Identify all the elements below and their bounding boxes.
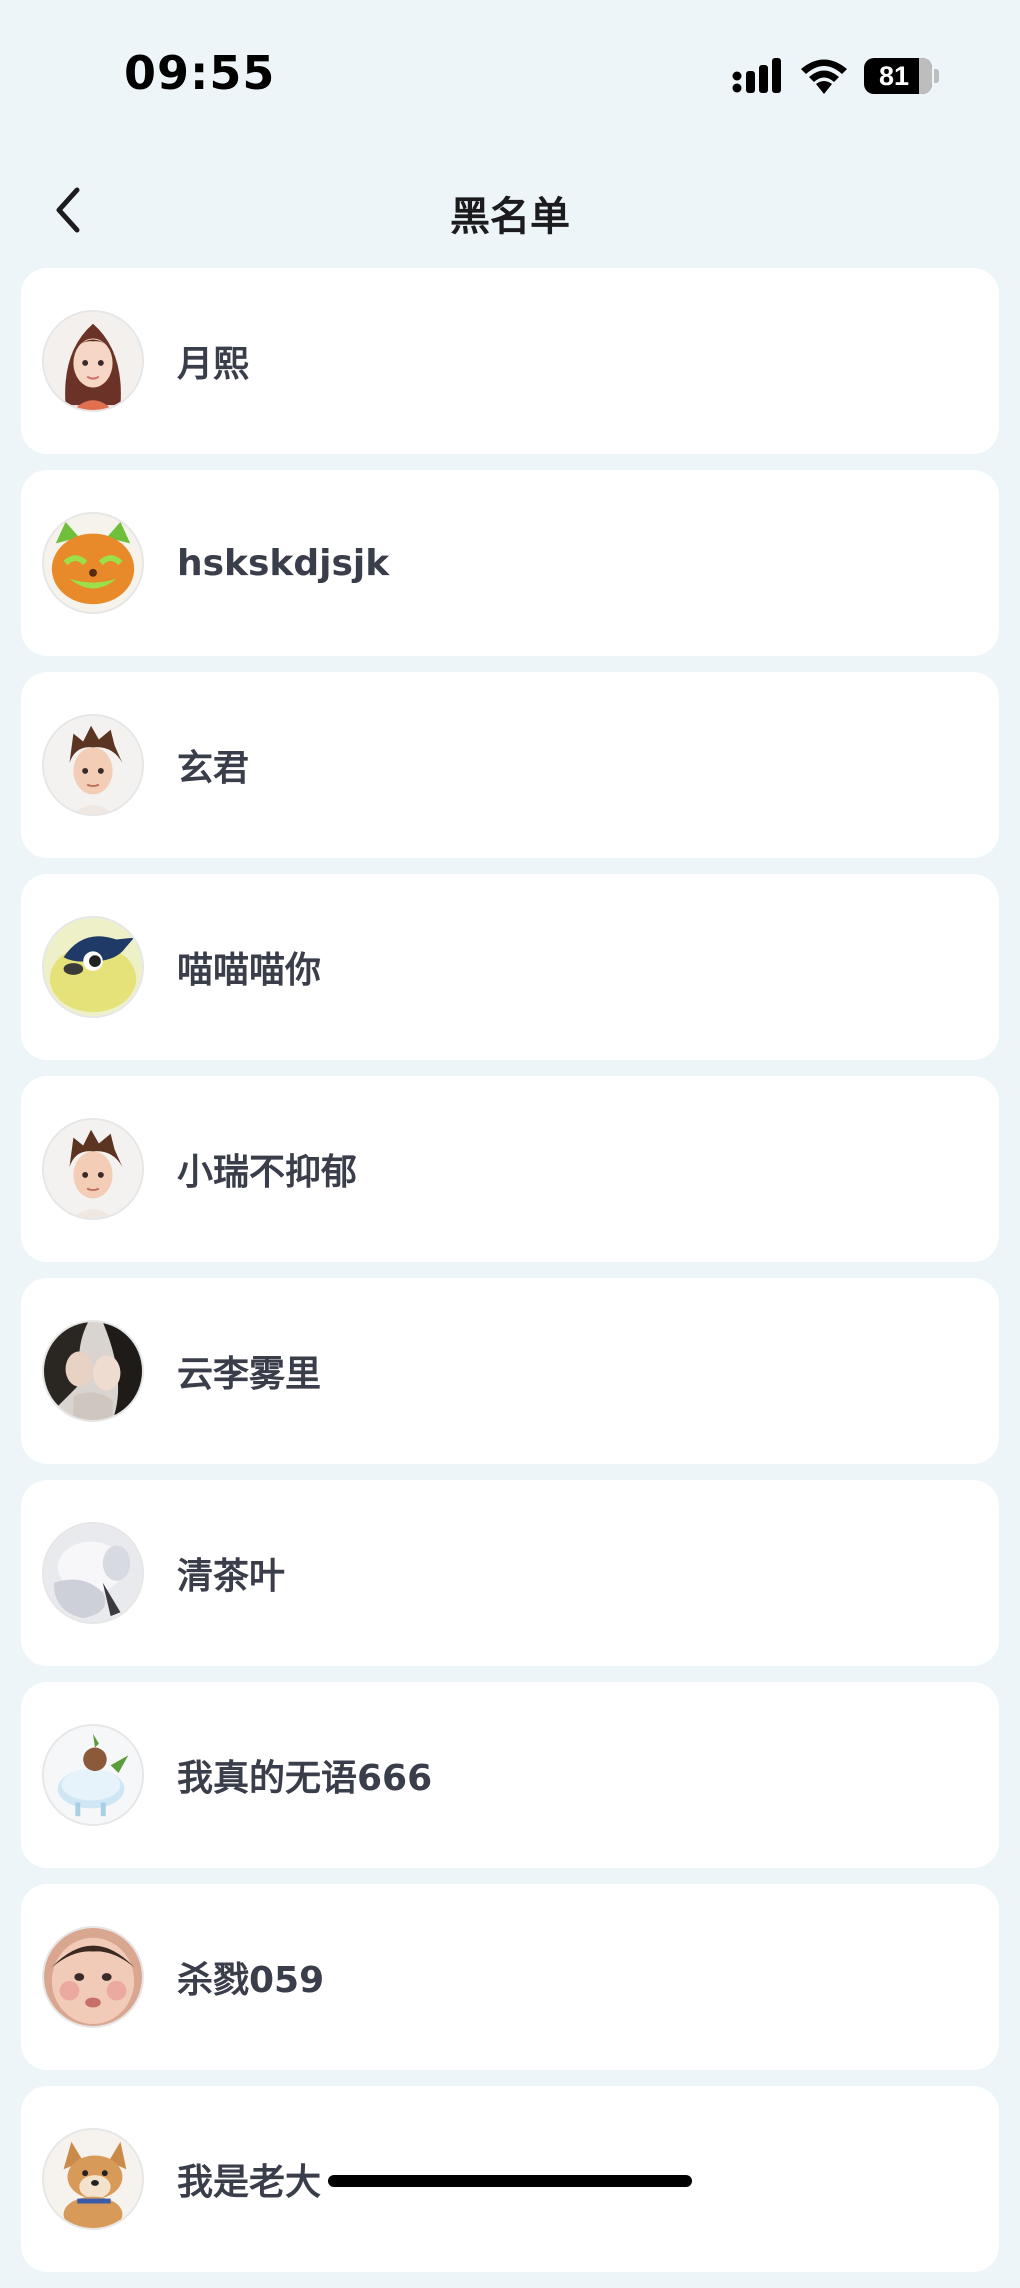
avatar[interactable] <box>42 1320 144 1422</box>
username: 玄君 <box>177 748 250 789</box>
bird-avatar-icon <box>44 918 142 1016</box>
username: 云李雾里 <box>177 1354 322 1395</box>
battery-level: 81 <box>878 60 910 91</box>
list-item[interactable]: hskskdjsjk <box>21 470 999 656</box>
dog-avatar-icon <box>44 2130 142 2228</box>
avatar[interactable] <box>42 916 144 1018</box>
status-bar: 09:55 81 <box>0 0 1020 150</box>
avatar[interactable] <box>42 1724 144 1826</box>
avatar[interactable] <box>42 1118 144 1220</box>
blurred-photo-avatar-icon <box>44 1524 142 1622</box>
username: 我是老大 <box>177 2162 322 2203</box>
avatar[interactable] <box>42 1926 144 2028</box>
battery-cap <box>934 69 939 83</box>
username: 喵喵喵你 <box>177 950 322 991</box>
username: 杀戮059 <box>177 1960 325 2001</box>
avatar[interactable] <box>42 512 144 614</box>
couple-photo-avatar-icon <box>44 1322 142 1420</box>
pumpkin-cat-avatar-icon <box>44 514 142 612</box>
list-item[interactable]: 云李雾里 <box>21 1278 999 1464</box>
username: 小瑞不抑郁 <box>177 1152 358 1193</box>
page-title: 黑名单 <box>450 194 570 240</box>
username: 清茶叶 <box>177 1556 286 1597</box>
list-item[interactable]: 月熙 <box>21 268 999 454</box>
sheep-avatar-icon <box>44 1726 142 1824</box>
list-item[interactable]: 杀戮059 <box>21 1884 999 2070</box>
username: 月熙 <box>177 344 250 385</box>
home-indicator <box>328 2175 692 2187</box>
boy-avatar-icon <box>44 716 142 814</box>
blacklist: 月熙 hskskdjsjk 玄君 喵喵喵你 小瑞不抑郁 云李雾里 清茶叶 我真的… <box>21 268 999 2288</box>
avatar[interactable] <box>42 2128 144 2230</box>
avatar[interactable] <box>42 1522 144 1624</box>
battery-icon: 81 <box>864 58 932 94</box>
list-item[interactable]: 我真的无语666 <box>21 1682 999 1868</box>
cellular-signal-icon <box>732 58 781 93</box>
wifi-icon <box>801 59 847 94</box>
list-item[interactable]: 清茶叶 <box>21 1480 999 1666</box>
boy-avatar-icon <box>44 1120 142 1218</box>
list-item[interactable]: 玄君 <box>21 672 999 858</box>
status-time: 09:55 <box>124 46 276 100</box>
avatar[interactable] <box>42 714 144 816</box>
username: 我真的无语666 <box>177 1758 433 1799</box>
list-item[interactable]: 小瑞不抑郁 <box>21 1076 999 1262</box>
nav-bar: 黑名单 <box>0 160 1020 260</box>
username: hskskdjsjk <box>177 542 390 584</box>
avatar[interactable] <box>42 310 144 412</box>
girl-avatar-icon <box>44 312 142 410</box>
baby-face-avatar-icon <box>44 1928 142 2026</box>
list-item[interactable]: 喵喵喵你 <box>21 874 999 1060</box>
